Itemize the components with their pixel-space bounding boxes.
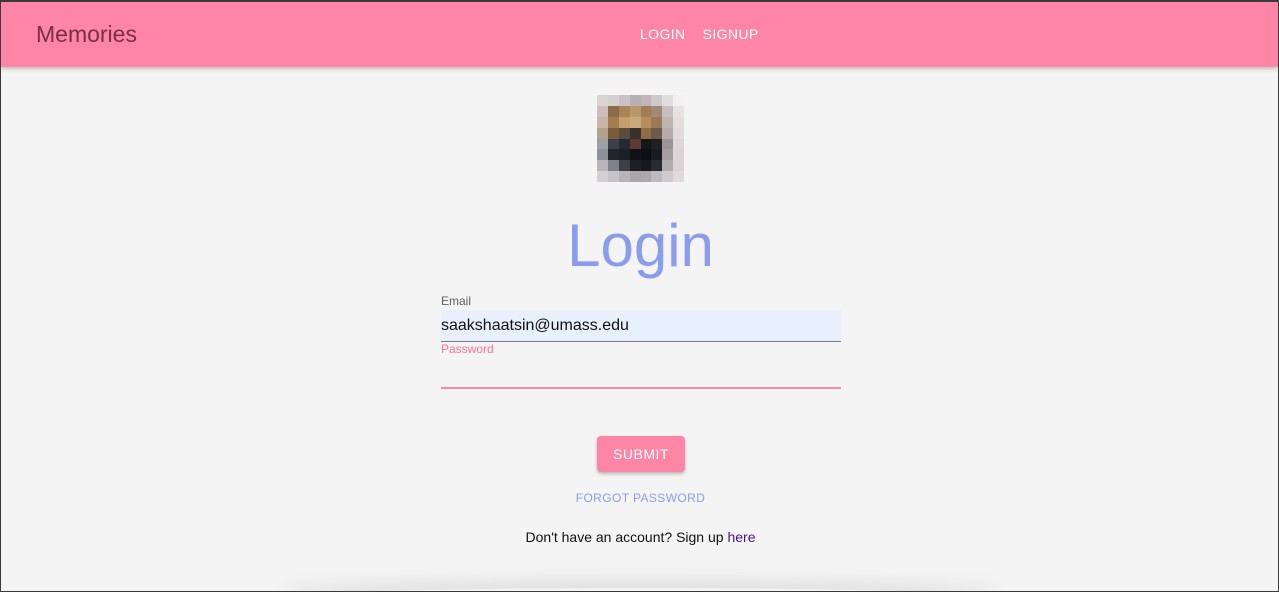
avatar-pixel [662, 127, 674, 139]
avatar-pixel [607, 105, 619, 117]
avatar-pixel [597, 127, 608, 139]
avatar-pixel [651, 138, 663, 150]
avatar-pixel [673, 171, 684, 182]
avatar-pixel [640, 160, 652, 172]
nav-login-link[interactable]: LOGIN [640, 26, 686, 42]
avatar-pixel [607, 149, 619, 161]
avatar-pixel [618, 171, 630, 182]
password-field[interactable] [441, 358, 841, 389]
avatar-pixel [618, 95, 630, 106]
avatar-pixel [597, 95, 608, 106]
avatar-pixel [673, 138, 684, 150]
avatar-pixel [651, 149, 663, 161]
submit-button[interactable]: SUBMIT [597, 436, 685, 472]
avatar-pixel [662, 105, 674, 117]
avatar-pixel [640, 105, 652, 117]
avatar-pixel [597, 160, 608, 172]
avatar-pixel [607, 138, 619, 150]
avatar-pixel [640, 171, 652, 182]
avatar-pixel [662, 138, 674, 150]
avatar-pixel [618, 127, 630, 139]
card-shadow [281, 588, 1001, 591]
avatar-pixel [607, 116, 619, 128]
avatar-pixel [607, 95, 619, 106]
avatar-pixel [618, 105, 630, 117]
avatar-pixel [662, 95, 674, 106]
app-bar: Memories LOGIN SIGNUP [1, 2, 1278, 67]
avatar-pixel [640, 138, 652, 150]
avatar-pixel [629, 171, 641, 182]
avatar-pixel [662, 116, 674, 128]
signup-prompt-text: Don't have an account? Sign up [525, 529, 728, 545]
email-label: Email [441, 294, 472, 308]
avatar-pixel [673, 105, 684, 117]
profile-image [597, 95, 684, 182]
avatar-pixel [629, 160, 641, 172]
avatar-pixel [618, 138, 630, 150]
avatar-pixel [597, 105, 608, 117]
avatar-pixel [607, 171, 619, 182]
avatar-pixel [629, 149, 641, 161]
page-title: Login [567, 212, 714, 279]
avatar-pixel [662, 160, 674, 172]
avatar-pixel [597, 171, 608, 182]
app-window: Memories LOGIN SIGNUP Login Email Passwo… [0, 0, 1279, 592]
avatar-pixel [618, 116, 630, 128]
avatar-pixel [640, 127, 652, 139]
avatar-pixel [618, 160, 630, 172]
avatar-pixel [651, 105, 663, 117]
avatar-pixel [673, 116, 684, 128]
nav-links: LOGIN SIGNUP [640, 26, 759, 42]
avatar-pixel [651, 127, 663, 139]
avatar-pixel [651, 160, 663, 172]
signup-here-link[interactable]: here [727, 529, 755, 545]
brand-link[interactable]: Memories [36, 21, 137, 47]
avatar-pixel [629, 95, 641, 106]
avatar-pixel [651, 171, 663, 182]
email-field[interactable] [441, 310, 841, 342]
avatar-pixel [618, 149, 630, 161]
avatar-pixel [629, 105, 641, 117]
avatar-pixel [607, 127, 619, 139]
avatar-pixel [640, 116, 652, 128]
avatar-pixel [662, 171, 674, 182]
nav-signup-link[interactable]: SIGNUP [703, 26, 759, 42]
avatar-pixel [651, 116, 663, 128]
avatar-pixel [629, 116, 641, 128]
forgot-password-link[interactable]: FORGOT PASSWORD [576, 491, 706, 505]
avatar-pixel [597, 149, 608, 161]
avatar-pixel [629, 127, 641, 139]
avatar-pixel [597, 138, 608, 150]
password-label: Password [441, 342, 494, 356]
avatar-pixel [662, 149, 674, 161]
avatar-pixel [673, 127, 684, 139]
signup-prompt: Don't have an account? Sign up here [1, 529, 1278, 545]
avatar-pixel [629, 138, 641, 150]
forgot-password-row: FORGOT PASSWORD [1, 491, 1278, 505]
avatar-pixel [640, 95, 652, 106]
avatar-pixel [673, 149, 684, 161]
avatar-pixel [673, 160, 684, 172]
avatar-pixel [640, 149, 652, 161]
avatar-pixel [607, 160, 619, 172]
avatar-pixel [673, 95, 684, 106]
avatar-pixel [651, 95, 663, 106]
avatar-pixel [597, 116, 608, 128]
